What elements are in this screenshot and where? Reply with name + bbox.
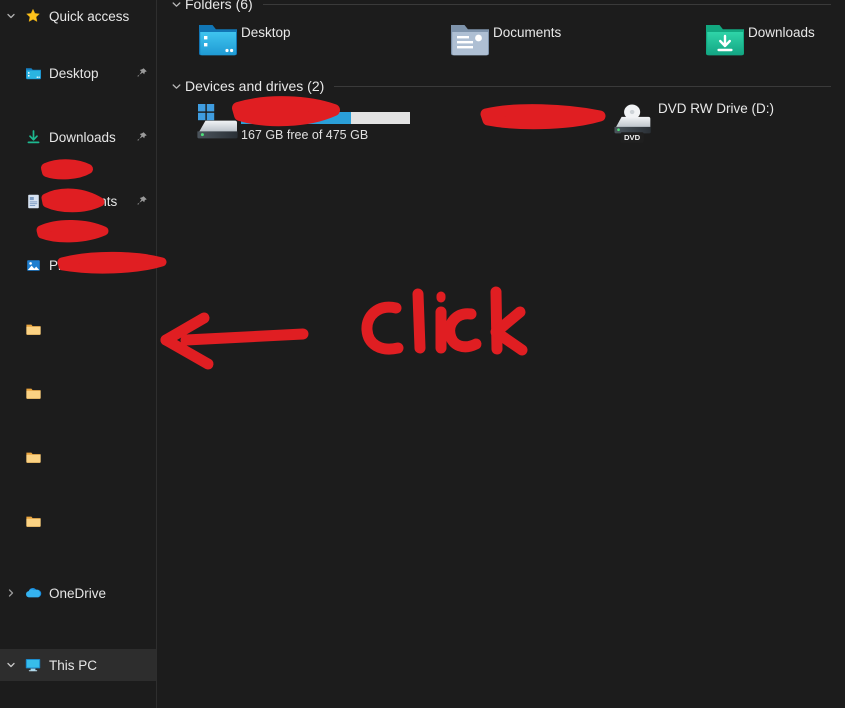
drive-tile-windows[interactable]: 167 GB free of 475 GB xyxy=(195,100,410,142)
drive-free-space-text: 167 GB free of 475 GB xyxy=(241,128,369,142)
chevron-down-icon[interactable] xyxy=(0,11,22,21)
tile-label: Downloads xyxy=(748,25,815,40)
folder-tile-documents[interactable]: Documents xyxy=(447,18,561,58)
this-pc-monitor-icon xyxy=(22,656,44,674)
pin-icon[interactable] xyxy=(136,131,148,143)
sidebar-item-documents[interactable]: Documents xyxy=(0,185,156,217)
folder-tile-desktop[interactable]: Desktop xyxy=(195,18,291,58)
pin-icon[interactable] xyxy=(136,259,148,271)
star-icon xyxy=(22,8,44,24)
tile-body: Documents xyxy=(493,18,561,42)
sidebar-item-redacted-3[interactable] xyxy=(0,441,156,473)
navigation-sidebar[interactable]: Quick access Desktop Downloads Documents… xyxy=(0,0,157,708)
svg-text:DVD: DVD xyxy=(624,133,641,142)
onedrive-cloud-icon xyxy=(22,584,44,602)
folder-icon xyxy=(22,449,44,466)
documents-folder-icon xyxy=(22,193,44,210)
chevron-down-icon[interactable] xyxy=(167,0,185,10)
tile-body: Desktop xyxy=(241,18,291,42)
desktop-folder-icon xyxy=(22,65,44,82)
section-title: Folders (6) xyxy=(185,0,253,12)
documents-folder-icon xyxy=(447,18,493,58)
tile-body: Downloads xyxy=(748,18,815,42)
drive-capacity-meter xyxy=(241,112,410,124)
sidebar-item-this-pc[interactable]: This PC xyxy=(0,649,156,681)
windows-hard-drive-icon xyxy=(195,100,241,142)
drive-tile-dvd[interactable]: DVD DVD RW Drive (D:) xyxy=(612,100,774,146)
sidebar-item-redacted-4[interactable] xyxy=(0,505,156,537)
section-divider xyxy=(334,85,831,87)
drive-label: DVD RW Drive (D:) xyxy=(658,101,774,116)
downloads-folder-icon xyxy=(702,18,748,58)
sidebar-item-redacted-1[interactable] xyxy=(0,313,156,345)
sidebar-label: This PC xyxy=(49,657,98,673)
pictures-folder-icon xyxy=(22,257,44,274)
section-header-folders[interactable]: Folders (6) xyxy=(167,0,831,14)
sidebar-label: OneDrive xyxy=(49,585,107,601)
sidebar-label: Quick access xyxy=(49,8,130,24)
section-header-devices[interactable]: Devices and drives (2) xyxy=(167,76,831,96)
chevron-right-icon[interactable] xyxy=(0,588,22,598)
sidebar-item-pictures[interactable]: Pictures xyxy=(0,249,156,281)
tile-label: Documents xyxy=(493,25,562,40)
folder-tile-downloads[interactable]: Downloads xyxy=(702,18,815,58)
file-list-content[interactable]: Folders (6) Desktop Documents Downloads … xyxy=(157,0,845,708)
downloads-folder-icon xyxy=(22,129,44,146)
sidebar-item-quick-access[interactable]: Quick access xyxy=(0,0,156,32)
section-title: Devices and drives (2) xyxy=(185,78,325,94)
tile-body: 167 GB free of 475 GB xyxy=(241,100,410,142)
sidebar-item-desktop[interactable]: Desktop xyxy=(0,57,156,89)
chevron-down-icon[interactable] xyxy=(167,81,185,92)
chevron-down-icon[interactable] xyxy=(0,660,22,670)
sidebar-item-redacted-2[interactable] xyxy=(0,377,156,409)
section-divider xyxy=(262,3,831,5)
folder-icon xyxy=(22,385,44,402)
dvd-drive-icon: DVD xyxy=(612,100,658,146)
pin-icon[interactable] xyxy=(136,195,148,207)
tile-label: Desktop xyxy=(241,25,291,40)
sidebar-item-onedrive[interactable]: OneDrive xyxy=(0,577,156,609)
drive-capacity-fill xyxy=(241,112,351,124)
tile-body: DVD RW Drive (D:) xyxy=(658,100,774,118)
folder-icon xyxy=(22,513,44,530)
file-explorer-window: Quick access Desktop Downloads Documents… xyxy=(0,0,845,708)
desktop-folder-icon xyxy=(195,18,241,58)
folder-icon xyxy=(22,321,44,338)
sidebar-item-downloads[interactable]: Downloads xyxy=(0,121,156,153)
pin-icon[interactable] xyxy=(136,67,148,79)
